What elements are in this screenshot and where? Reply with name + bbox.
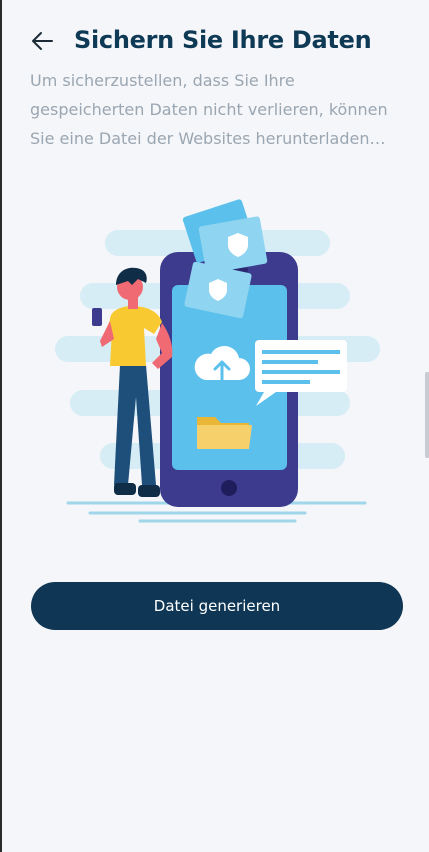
backup-illustration xyxy=(55,199,380,523)
back-button[interactable] xyxy=(30,26,54,56)
arrow-left-icon xyxy=(32,32,53,50)
header: Sichern Sie Ihre Daten xyxy=(30,26,420,60)
page-title: Sichern Sie Ihre Daten xyxy=(74,26,372,54)
window-left-edge xyxy=(0,0,2,852)
description-text: Um sicherzustellen, dass Sie Ihre gespei… xyxy=(30,71,388,148)
generate-file-button[interactable]: Datei generieren xyxy=(31,582,403,630)
edge-panel-handle[interactable] xyxy=(425,372,429,458)
